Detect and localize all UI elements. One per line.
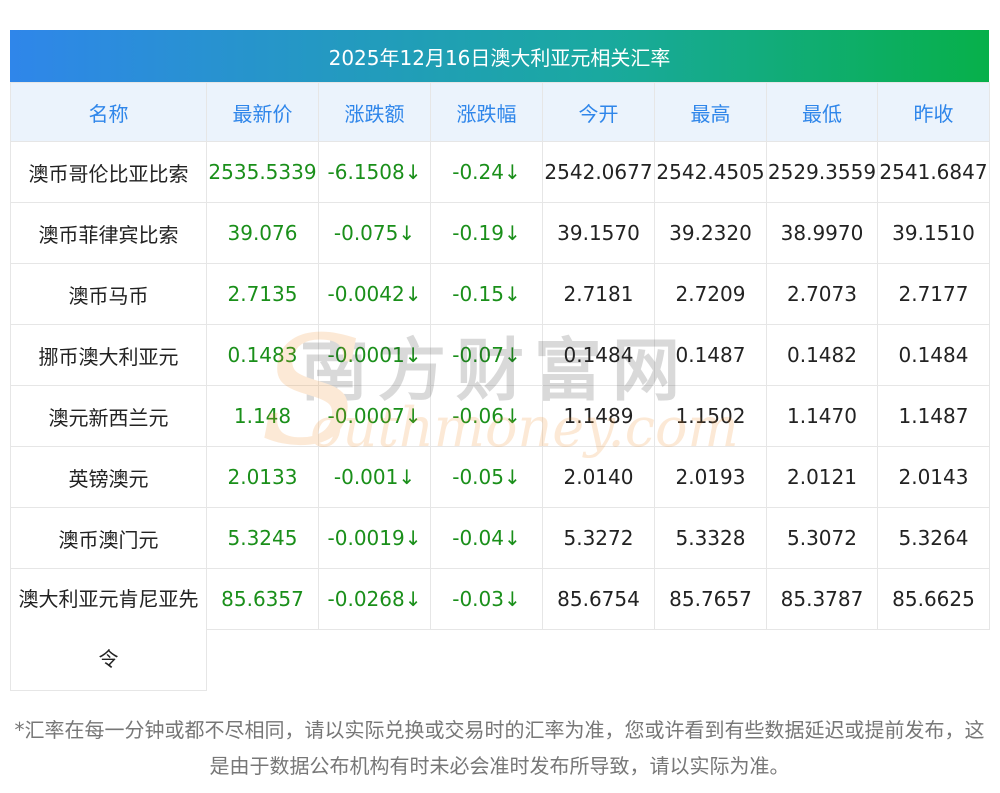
prev-close: 1.1487 [877,385,990,447]
low-price: 2.0121 [766,446,878,508]
open-price: 2.0140 [542,446,655,508]
header-name: 名称 [10,82,207,142]
table-row: 澳币澳门元 5.3245 -0.0019↓ -0.04↓ 5.3272 5.33… [10,507,990,569]
open-price: 2.7181 [542,263,655,325]
header-change-pct: 涨跌幅 [430,82,543,142]
open-price: 85.6754 [542,568,655,630]
exchange-rate-table: 名称 最新价 涨跌额 涨跌幅 今开 最高 最低 昨收 澳币哥伦比亚比索 2535… [10,82,990,691]
high-price: 2.0193 [654,446,767,508]
open-price: 39.1570 [542,202,655,264]
prev-close: 39.1510 [877,202,990,264]
low-price: 2.7073 [766,263,878,325]
change-percent: -0.19↓ [430,202,543,264]
header-high: 最高 [654,82,767,142]
table-row: 澳元新西兰元 1.148 -0.0007↓ -0.06↓ 1.1489 1.15… [10,385,990,447]
pair-name: 英镑澳元 [10,446,207,508]
change-amount: -0.0019↓ [318,507,431,569]
change-amount: -0.0001↓ [318,324,431,386]
latest-price: 2.7135 [206,263,319,325]
latest-price: 39.076 [206,202,319,264]
table-header-row: 名称 最新价 涨跌额 涨跌幅 今开 最高 最低 昨收 [10,82,990,142]
latest-price: 2.0133 [206,446,319,508]
prev-close: 5.3264 [877,507,990,569]
table-row: 澳币菲律宾比索 39.076 -0.075↓ -0.19↓ 39.1570 39… [10,202,990,264]
header-latest: 最新价 [206,82,319,142]
change-percent: -0.07↓ [430,324,543,386]
change-percent: -0.24↓ [430,141,543,203]
table-row: 挪币澳大利亚元 0.1483 -0.0001↓ -0.07↓ 0.1484 0.… [10,324,990,386]
prev-close: 0.1484 [877,324,990,386]
pair-name: 澳币马币 [10,263,207,325]
high-price: 2542.4505 [654,141,767,203]
low-price: 5.3072 [766,507,878,569]
change-amount: -0.075↓ [318,202,431,264]
pair-name: 挪币澳大利亚元 [10,324,207,386]
open-price: 1.1489 [542,385,655,447]
change-amount: -0.001↓ [318,446,431,508]
table-row: 澳大利亚元肯尼亚先令 85.6357 -0.0268↓ -0.03↓ 85.67… [10,568,990,691]
pair-name: 澳元新西兰元 [10,385,207,447]
open-price: 5.3272 [542,507,655,569]
prev-close: 85.6625 [877,568,990,630]
table-row: 澳币马币 2.7135 -0.0042↓ -0.15↓ 2.7181 2.720… [10,263,990,325]
header-prev-close: 昨收 [877,82,990,142]
open-price: 2542.0677 [542,141,655,203]
high-price: 2.7209 [654,263,767,325]
pair-name: 澳币哥伦比亚比索 [10,141,207,203]
high-price: 5.3328 [654,507,767,569]
disclaimer-footnote: *汇率在每一分钟或都不尽相同，请以实际兑换或交易时的汇率为准，您或许看到有些数据… [14,718,985,778]
header-open: 今开 [542,82,655,142]
change-percent: -0.06↓ [430,385,543,447]
pair-name: 澳大利亚元肯尼亚先令 [10,568,207,691]
low-price: 2529.3559 [766,141,878,203]
prev-close: 2.0143 [877,446,990,508]
high-price: 85.7657 [654,568,767,630]
pair-name: 澳币菲律宾比索 [10,202,207,264]
low-price: 38.9970 [766,202,878,264]
high-price: 1.1502 [654,385,767,447]
low-price: 0.1482 [766,324,878,386]
change-amount: -0.0007↓ [318,385,431,447]
empty-cell [207,630,990,691]
prev-close: 2541.6847 [877,141,990,203]
open-price: 0.1484 [542,324,655,386]
high-price: 39.2320 [654,202,767,264]
change-amount: -6.1508↓ [318,141,431,203]
header-change: 涨跌额 [318,82,431,142]
table-row: 英镑澳元 2.0133 -0.001↓ -0.05↓ 2.0140 2.0193… [10,446,990,508]
change-amount: -0.0268↓ [318,568,431,630]
latest-price: 1.148 [206,385,319,447]
change-percent: -0.15↓ [430,263,543,325]
latest-price: 5.3245 [206,507,319,569]
header-low: 最低 [766,82,878,142]
low-price: 1.1470 [766,385,878,447]
change-percent: -0.05↓ [430,446,543,508]
prev-close: 2.7177 [877,263,990,325]
high-price: 0.1487 [654,324,767,386]
table-row: 澳币哥伦比亚比索 2535.5339 -6.1508↓ -0.24↓ 2542.… [10,141,990,203]
pair-name: 澳币澳门元 [10,507,207,569]
change-percent: -0.03↓ [430,568,543,630]
low-price: 85.3787 [766,568,878,630]
latest-price: 85.6357 [206,568,319,630]
latest-price: 0.1483 [206,324,319,386]
change-percent: -0.04↓ [430,507,543,569]
page-title: 2025年12月16日澳大利亚元相关汇率 [10,30,989,82]
change-amount: -0.0042↓ [318,263,431,325]
latest-price: 2535.5339 [206,141,319,203]
